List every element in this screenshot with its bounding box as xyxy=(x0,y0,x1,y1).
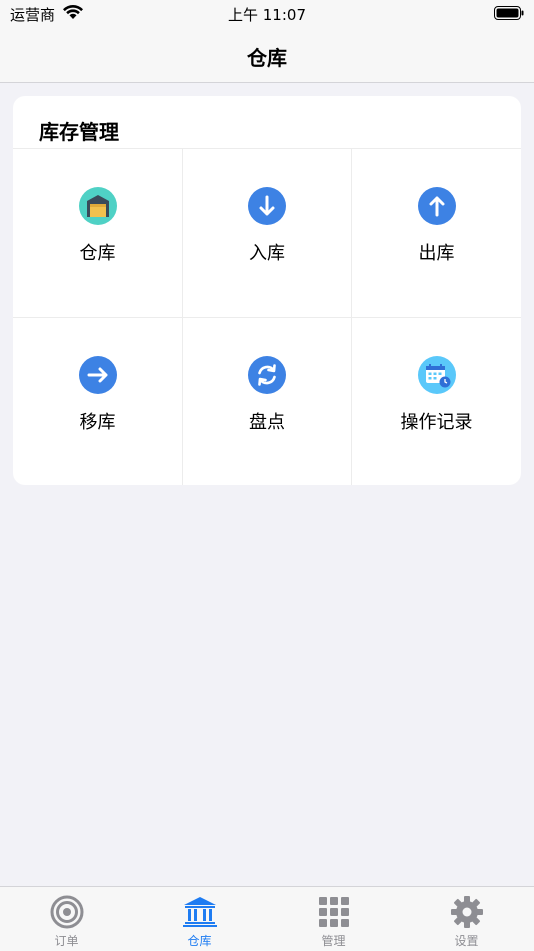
tab-settings[interactable]: 设置 xyxy=(400,887,533,951)
grid-item-label: 盘点 xyxy=(249,412,285,433)
inventory-management-card: 库存管理 仓库 入库 出库 移库 盘点 操作记录 xyxy=(13,96,521,485)
refresh-icon xyxy=(248,356,286,394)
tab-label: 设置 xyxy=(454,934,479,948)
grid-item-warehouse[interactable]: 仓库 xyxy=(13,149,182,317)
grid-item-inbound[interactable]: 入库 xyxy=(182,149,351,317)
grid-item-label: 入库 xyxy=(249,243,285,264)
grid-item-label: 操作记录 xyxy=(400,412,473,433)
warehouse-icon xyxy=(78,187,117,225)
tab-orders[interactable]: 订单 xyxy=(0,887,133,951)
tab-bar: 订单 仓库 管理 设置 xyxy=(0,886,534,951)
grid-item-transfer[interactable]: 移库 xyxy=(13,317,182,485)
battery-icon xyxy=(494,6,524,20)
tab-label: 管理 xyxy=(321,934,346,948)
grid-item-outbound[interactable]: 出库 xyxy=(351,149,521,317)
status-bar: 运营商 上午 11:07 xyxy=(0,0,534,30)
function-grid: 仓库 入库 出库 移库 盘点 操作记录 xyxy=(13,148,521,485)
card-title: 库存管理 xyxy=(39,120,119,144)
tab-management[interactable]: 管理 xyxy=(267,887,400,951)
grid-item-label: 仓库 xyxy=(79,243,116,264)
arrow-up-icon xyxy=(417,187,456,225)
status-time: 上午 11:07 xyxy=(228,6,306,24)
bank-icon xyxy=(182,897,217,927)
arrow-down-icon xyxy=(248,187,286,225)
grid-item-operation-log[interactable]: 操作记录 xyxy=(351,317,521,485)
gear-icon xyxy=(450,896,483,928)
arrow-right-icon xyxy=(78,356,117,394)
grid-item-label: 移库 xyxy=(79,412,116,433)
tab-label: 订单 xyxy=(54,934,79,948)
grid-item-label: 出库 xyxy=(418,243,455,264)
tab-warehouse[interactable]: 仓库 xyxy=(133,887,266,951)
tab-label: 仓库 xyxy=(187,934,212,948)
page-title: 仓库 xyxy=(247,46,287,70)
calendar-clock-icon xyxy=(417,356,456,394)
target-icon xyxy=(50,895,83,929)
navigation-bar: 仓库 xyxy=(0,30,534,83)
grid-item-stocktake[interactable]: 盘点 xyxy=(182,317,351,485)
grid-icon xyxy=(318,897,349,927)
